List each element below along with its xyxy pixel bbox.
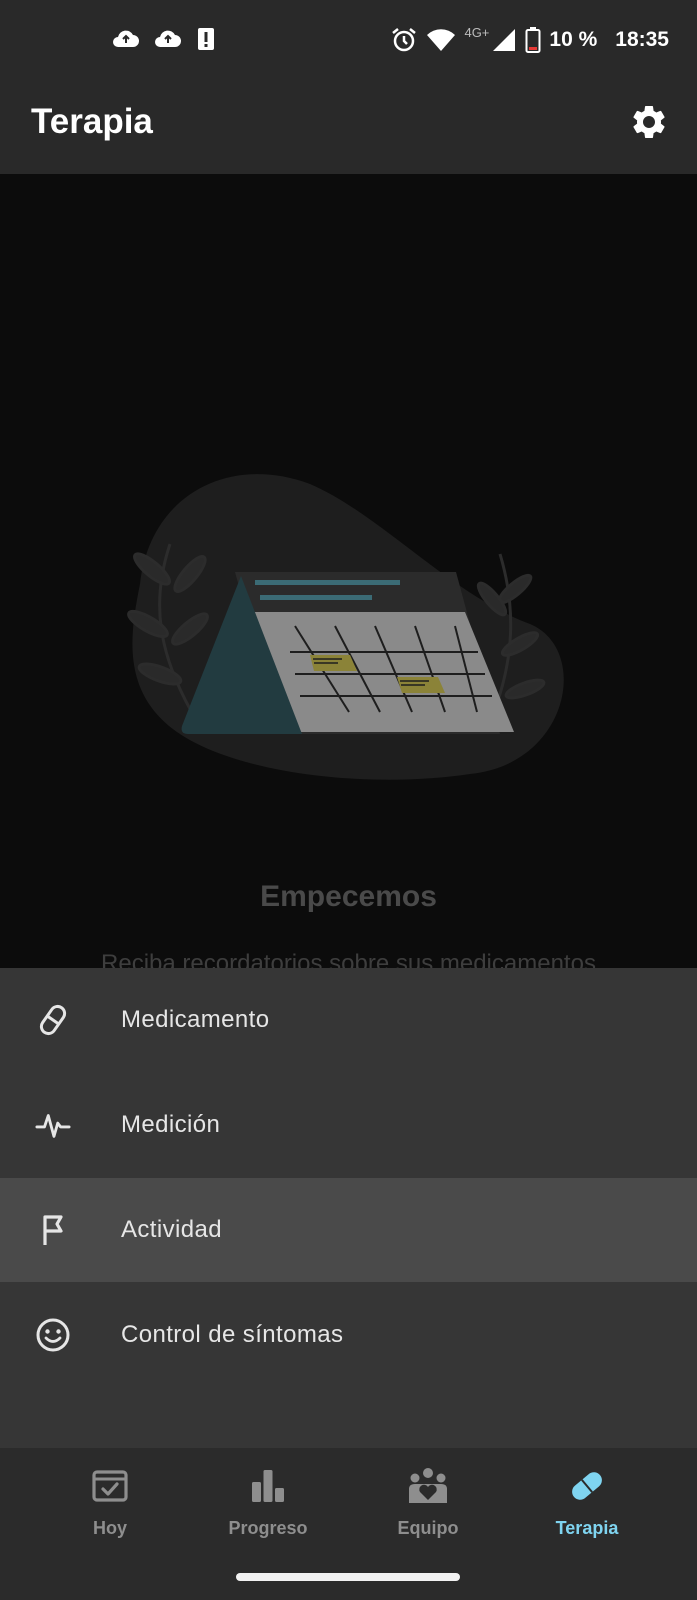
nav-hoy[interactable]: Hoy [50,1464,170,1564]
gear-icon [633,105,665,138]
status-bar: 4G+ 10 % 18:35 [0,0,697,82]
alarm-icon [392,28,417,52]
signal-icon [493,29,516,51]
cloud-sync-icon [113,30,139,47]
alert-icon [198,28,214,50]
calendar-illustration [127,474,564,780]
cloud-sync-icon [155,30,181,47]
nav-equipo[interactable]: Equipo [368,1464,488,1564]
menu-item-control-sintomas[interactable]: Control de síntomas [0,1283,697,1387]
bottom-navigation: Hoy Progreso Equipo Terapia [0,1448,697,1600]
menu-item-label: Medicamento [121,1006,270,1033]
therapy-content: Empecemos Reciba recordatorios sobre sus… [0,174,697,968]
pill-icon [565,1464,609,1508]
calendar-check-icon [88,1464,132,1508]
menu-item-label: Control de síntomas [121,1321,344,1348]
nav-label: Hoy [92,1518,127,1538]
menu-item-label: Medición [121,1111,221,1138]
flag-icon [35,1212,71,1248]
empty-state-description: Reciba recordatorios sobre sus medicamen… [101,950,596,968]
menu-item-label: Actividad [121,1216,222,1243]
add-menu-sheet: Medicamento Medición Actividad Control d… [0,968,697,1448]
menu-item-actividad[interactable]: Actividad [0,1178,697,1282]
smiley-icon [35,1317,71,1353]
settings-button[interactable] [627,100,671,144]
nav-label: Terapia [555,1518,619,1538]
nav-terapia[interactable]: Terapia [527,1464,647,1564]
nav-label: Equipo [397,1518,459,1538]
nav-label: Progreso [228,1518,308,1538]
bar-chart-icon [246,1464,290,1508]
pulse-icon [35,1107,71,1143]
network-type: 4G+ [464,24,490,40]
battery-percent: 10 % [549,28,598,51]
system-icons: 4G+ 10 % 18:35 [390,24,669,54]
empty-state-title: Empecemos [260,880,437,913]
team-heart-icon [406,1464,450,1508]
app-bar: Terapia [0,82,697,174]
home-indicator[interactable] [236,1573,460,1581]
wifi-icon [427,29,456,51]
clock: 18:35 [615,28,669,51]
menu-item-medicion[interactable]: Medición [0,1073,697,1177]
nav-progreso[interactable]: Progreso [208,1464,328,1564]
menu-item-medicamento[interactable]: Medicamento [0,968,697,1072]
notification-icons [112,26,216,52]
pill-icon [35,1002,71,1038]
page-title: Terapia [31,102,153,141]
battery-icon [525,27,541,53]
